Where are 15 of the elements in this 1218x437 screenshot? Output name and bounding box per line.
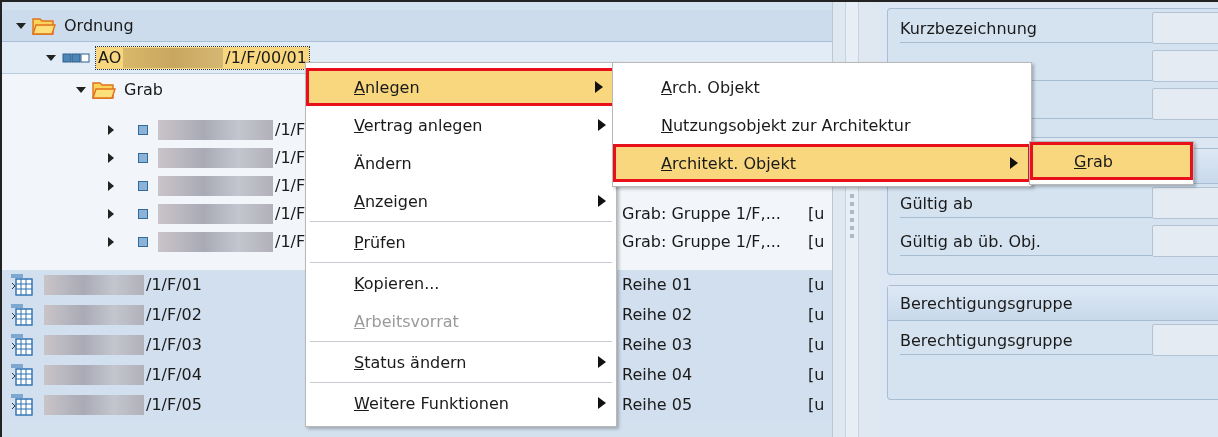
description-cell-text: Reihe 02 bbox=[621, 305, 694, 324]
status-cell-text: [u bbox=[808, 365, 826, 384]
status-cell-text: [u bbox=[808, 305, 826, 324]
description-cell-text: Grab: Gruppe 1/F,... bbox=[621, 204, 782, 223]
status-cell-text: [u bbox=[808, 335, 826, 354]
description-cell-text: Reihe 03 bbox=[621, 335, 694, 354]
status-cell-text: [u bbox=[808, 395, 826, 414]
description-cell-text: Grab: Gruppe 1/F,... bbox=[621, 232, 782, 251]
status-cell-text: [u bbox=[808, 232, 826, 251]
description-cell-text: Reihe 01 bbox=[621, 275, 694, 294]
description-cell-text: Reihe 05 bbox=[621, 395, 694, 414]
description-cell-text: Reihe 04 bbox=[621, 365, 694, 384]
status-cell-text: [u bbox=[808, 204, 826, 223]
group-title: Berechtigungsgruppe bbox=[888, 286, 1218, 321]
status-cell-text: [u bbox=[808, 275, 826, 294]
